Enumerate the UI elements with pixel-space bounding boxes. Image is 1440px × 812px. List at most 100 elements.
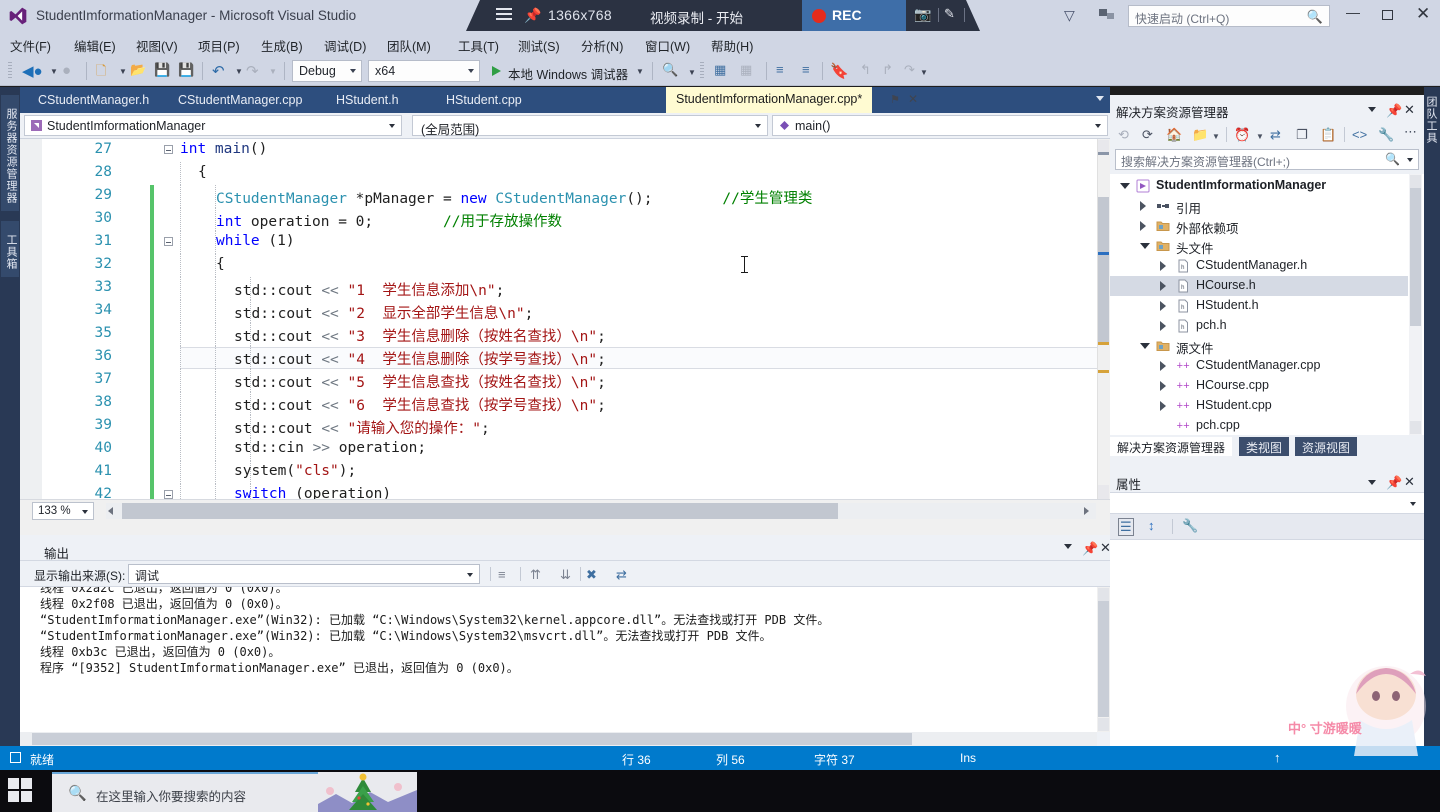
start-debug-icon[interactable] xyxy=(492,66,501,76)
debug-target-dropdown-icon[interactable]: ▼ xyxy=(636,67,644,76)
code-line[interactable]: std::cout << "2 显示全部学生信息\n"; xyxy=(20,300,1110,323)
save-icon[interactable]: 💾 xyxy=(154,62,170,78)
scroll-down-button[interactable] xyxy=(1410,421,1421,434)
code-line[interactable]: int operation = 0; //用于存放操作数 xyxy=(20,208,1110,231)
chevron-down-icon[interactable]: ▼ xyxy=(1212,132,1220,141)
tree-collapsed-icon[interactable] xyxy=(1160,321,1166,331)
dock-tab-1[interactable]: 服务器资源管理器 xyxy=(1,95,19,211)
tree-collapsed-icon[interactable] xyxy=(1160,361,1166,371)
scroll-right-button[interactable] xyxy=(1084,507,1089,515)
home-icon[interactable]: 🏠 xyxy=(1166,127,1182,143)
scroll-up-button[interactable] xyxy=(1410,175,1421,188)
save-all-icon[interactable]: 💾 xyxy=(178,62,194,78)
menu-item-10[interactable]: 分析(N) xyxy=(581,36,623,55)
clear-all-icon[interactable]: ✖ xyxy=(586,567,597,583)
solution-platform-select[interactable]: x64 xyxy=(368,60,480,82)
new-item-icon[interactable]: 🗋 xyxy=(96,62,106,84)
tree-item-3[interactable]: 外部依赖项 xyxy=(1110,216,1408,236)
tree-item-5[interactable]: h CStudentManager.h xyxy=(1110,256,1408,276)
pending-changes-icon[interactable]: 📁 xyxy=(1192,127,1208,143)
pin-icon[interactable]: 📌 xyxy=(1386,103,1402,119)
tree-item-9[interactable]: 源文件 xyxy=(1110,336,1408,356)
code-line[interactable]: CStudentManager *pManager = new CStudent… xyxy=(20,185,1110,208)
document-tab-4[interactable]: HStudent.cpp xyxy=(436,89,532,113)
tree-collapsed-icon[interactable] xyxy=(1140,201,1146,211)
vertical-scrollbar-thumb[interactable] xyxy=(1098,601,1109,717)
navigation-project-select[interactable]: StudentImformationManager xyxy=(24,115,402,136)
new-item-dropdown-icon[interactable]: ▼ xyxy=(119,67,127,76)
code-line[interactable]: std::cout << "5 学生信息查找（按姓名查找）\n"; xyxy=(20,369,1110,392)
tree-collapsed-icon[interactable] xyxy=(1160,261,1166,271)
document-tab-3[interactable]: HStudent.h xyxy=(326,89,409,113)
undo-dropdown-icon[interactable]: ▼ xyxy=(235,67,243,76)
menu-item-12[interactable]: 帮助(H) xyxy=(711,36,753,55)
code-line[interactable]: int main() xyxy=(20,139,1110,162)
output-text-area[interactable]: 线程 0x2a2c 已退出，返回值为 0 (0x0)。 线程 0x2f08 已退出… xyxy=(20,587,1110,732)
document-tab-1[interactable]: CStudentManager.h xyxy=(28,89,159,113)
toggle-bookmark-icon[interactable]: 🔖 xyxy=(830,62,849,80)
properties-icon[interactable]: 🔧 xyxy=(1378,127,1394,143)
panel-dropdown-icon[interactable] xyxy=(1064,544,1072,549)
tree-collapsed-icon[interactable] xyxy=(1160,381,1166,391)
code-line[interactable]: std::cin >> operation; xyxy=(20,438,1110,461)
solution-explorer-tab-2[interactable]: 类视图 xyxy=(1239,437,1290,456)
recorder-pin-icon[interactable]: 📌 xyxy=(524,7,541,24)
sync-with-active-document-icon[interactable]: ⏰ xyxy=(1234,127,1250,143)
menu-item-7[interactable]: 团队(M) xyxy=(387,36,431,55)
tree-item-6[interactable]: h HCourse.h xyxy=(1110,276,1408,296)
tree-expanded-icon[interactable] xyxy=(1120,183,1130,189)
collapse-all-icon[interactable]: ❐ xyxy=(1296,127,1308,143)
zoom-level-select[interactable]: 133 % xyxy=(32,502,94,520)
camera-icon[interactable]: 📷 xyxy=(914,6,931,23)
tree-item-10[interactable]: ++ CStudentManager.cpp xyxy=(1110,356,1408,376)
tree-collapsed-icon[interactable] xyxy=(1160,401,1166,411)
horizontal-scrollbar-thumb[interactable] xyxy=(32,733,912,745)
toolbar-overflow-icon[interactable]: ▼ xyxy=(920,68,928,77)
tree-collapsed-icon[interactable] xyxy=(1160,281,1166,291)
recorder-close-icon[interactable]: ✕ xyxy=(972,6,980,23)
categorized-view-icon[interactable]: ☰ xyxy=(1118,518,1134,536)
toggle-word-wrap-icon[interactable]: ⇄ xyxy=(616,567,627,583)
code-line[interactable]: switch (operation) xyxy=(20,484,1110,499)
navigation-scope-select[interactable]: (全局范围) xyxy=(412,115,768,137)
tab-overflow-icon[interactable] xyxy=(1096,96,1104,101)
maximize-button[interactable] xyxy=(1382,10,1393,20)
show-all-files-icon[interactable]: 📋 xyxy=(1320,127,1336,143)
toolbar-grip[interactable] xyxy=(8,62,12,80)
menu-item-8[interactable]: 工具(T) xyxy=(458,36,499,55)
tree-expanded-icon[interactable] xyxy=(1140,343,1150,349)
code-line[interactable]: while (1) xyxy=(20,231,1110,254)
tree-item-13[interactable]: ++ pch.cpp xyxy=(1110,416,1408,435)
vertical-scrollbar-thumb[interactable] xyxy=(1098,197,1109,342)
tree-item-2[interactable]: 引用 xyxy=(1110,196,1408,216)
forward-icon[interactable]: ⟳ xyxy=(1142,127,1153,143)
menu-item-9[interactable]: 测试(S) xyxy=(518,36,560,55)
code-line[interactable]: { xyxy=(20,254,1110,277)
code-line[interactable]: std::cout << "3 学生信息删除（按姓名查找）\n"; xyxy=(20,323,1110,346)
output-source-select[interactable]: 调试 xyxy=(128,564,480,584)
menu-item-4[interactable]: 项目(P) xyxy=(198,36,240,55)
panel-dropdown-icon[interactable] xyxy=(1368,107,1376,112)
dock-tab-team-tools[interactable]: 团队工具 xyxy=(1425,96,1439,144)
solution-configuration-select[interactable]: Debug xyxy=(292,60,362,82)
tree-collapsed-icon[interactable] xyxy=(1160,301,1166,311)
menu-item-1[interactable]: 文件(F) xyxy=(10,36,51,55)
undo-icon[interactable]: ↶ xyxy=(212,62,225,80)
decrease-indent-icon[interactable]: ≡ xyxy=(802,62,810,77)
code-line[interactable]: system("cls"); xyxy=(20,461,1110,484)
horizontal-scrollbar-thumb[interactable] xyxy=(122,503,838,519)
alphabetical-sort-icon[interactable]: ↕ xyxy=(1148,518,1155,533)
minimize-button[interactable]: — xyxy=(1346,5,1360,20)
vertical-scrollbar-thumb[interactable] xyxy=(1410,188,1421,326)
solution-explorer-search-input[interactable]: 搜索解决方案资源管理器(Ctrl+;) 🔍 xyxy=(1115,149,1419,170)
back-dropdown-icon[interactable]: ▼ xyxy=(50,67,58,76)
scroll-left-button[interactable] xyxy=(108,507,113,515)
panel-dropdown-icon[interactable] xyxy=(1368,480,1376,485)
menu-item-6[interactable]: 调试(D) xyxy=(324,36,366,55)
close-button[interactable]: ✕ xyxy=(1416,4,1430,24)
menu-item-11[interactable]: 窗口(W) xyxy=(645,36,690,55)
scroll-up-button[interactable] xyxy=(1098,588,1109,601)
code-line[interactable]: std::cout << "请输入您的操作："; xyxy=(20,415,1110,438)
code-editor[interactable]: 27 int main() 28{29 CStudentManager *pManag… xyxy=(20,139,1110,499)
tab-close-icon[interactable]: ✕ xyxy=(908,92,918,106)
